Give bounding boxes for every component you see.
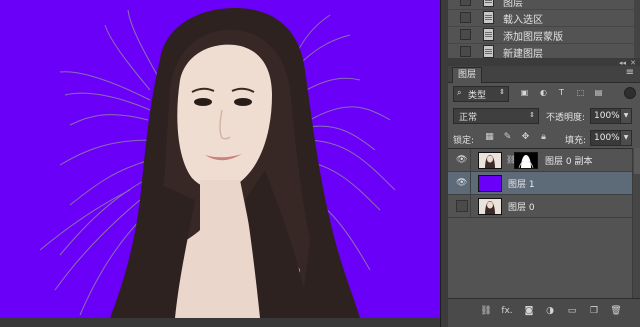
- history-item-label: 图层: [503, 0, 523, 9]
- visibility-toggle-off[interactable]: [456, 200, 468, 212]
- mask-link-icon[interactable]: ⛓︎: [506, 154, 516, 165]
- lock-position-icon[interactable]: ✥: [520, 132, 531, 143]
- chevron-down-icon: ⇕: [529, 111, 535, 119]
- layer-thumbnail[interactable]: [478, 175, 502, 192]
- scrollbar-thumb[interactable]: [634, 148, 640, 174]
- panel-menu-icon[interactable]: ≡: [626, 67, 634, 78]
- image-filter-icon[interactable]: ▣: [520, 88, 529, 97]
- snapshot-checkbox[interactable]: [460, 29, 471, 40]
- lock-transparent-pixels-icon[interactable]: ▦: [484, 132, 495, 143]
- history-item[interactable]: 载入选区: [448, 9, 634, 27]
- smart-object-filter-icon[interactable]: ▤: [594, 88, 603, 97]
- shape-filter-icon[interactable]: ⬚: [576, 88, 585, 97]
- filter-type-label: 类型: [468, 91, 487, 101]
- snapshot-checkbox[interactable]: [460, 0, 471, 6]
- layers-scrollbar[interactable]: [632, 148, 640, 298]
- layer-row[interactable]: 👁︎ 图层 1: [448, 172, 632, 195]
- portrait-image: [0, 0, 440, 318]
- canvas-status-strip: [0, 318, 448, 327]
- divider: [470, 195, 471, 217]
- layer-thumbnail[interactable]: [478, 152, 502, 169]
- lock-image-pixels-icon[interactable]: ✎: [502, 132, 513, 143]
- fill-input[interactable]: 100%: [590, 130, 621, 146]
- blend-mode-select[interactable]: 正常 ⇕: [453, 108, 539, 124]
- layer-row[interactable]: 图层 0: [448, 195, 632, 218]
- document-icon: [483, 45, 494, 58]
- layer-name[interactable]: 图层 0: [508, 200, 535, 213]
- opacity-label: 不透明度:: [546, 113, 586, 123]
- history-item-label: 载入选区: [503, 15, 543, 26]
- layers-panel-header: 图层 ≡: [448, 66, 640, 83]
- layer-row[interactable]: 👁︎ ⛓︎ 图层 0 副本: [448, 149, 632, 172]
- filter-toggle-switch[interactable]: [624, 87, 636, 99]
- layer-filter-select[interactable]: ⌕ 类型 ⇕: [453, 86, 509, 102]
- snapshot-checkbox[interactable]: [460, 12, 471, 23]
- document-icon: [483, 28, 494, 41]
- layers-panel-footer: ⛓︎ fx. ◙ ◑ ▭ ❐ 🗑︎: [448, 298, 640, 327]
- right-panel-dock: 图层 载入选区 添加图层蒙版 新建图层 ◂◂ ✕ 图层 ≡ ⌕ 类型 ⇕ ▣ ◐…: [448, 0, 640, 327]
- adjustment-layer-icon[interactable]: ◑: [543, 305, 557, 318]
- history-item-label: 添加图层蒙版: [503, 32, 563, 43]
- photoshop-workspace: 图层 载入选区 添加图层蒙版 新建图层 ◂◂ ✕ 图层 ≡ ⌕ 类型 ⇕ ▣ ◐…: [0, 0, 640, 327]
- fill-label: 填充:: [565, 136, 587, 146]
- lock-all-icon[interactable]: 🔒︎: [538, 132, 549, 143]
- opacity-input[interactable]: 100%: [590, 108, 621, 124]
- new-group-icon[interactable]: ▭: [565, 305, 579, 318]
- layer-mask-thumbnail[interactable]: [514, 152, 538, 169]
- snapshot-checkbox[interactable]: [460, 46, 471, 57]
- tab-layers[interactable]: 图层: [452, 67, 483, 83]
- type-filter-icon[interactable]: T: [557, 88, 566, 97]
- layer-name[interactable]: 图层 1: [508, 177, 535, 190]
- layer-thumbnail[interactable]: [478, 198, 502, 215]
- fill-dropdown-arrow[interactable]: ▼: [620, 130, 632, 146]
- history-item[interactable]: 添加图层蒙版: [448, 26, 634, 44]
- blend-mode-value: 正常: [459, 113, 478, 123]
- fx-icon[interactable]: fx.: [500, 305, 514, 318]
- divider: [470, 172, 471, 194]
- search-icon: ⌕: [457, 88, 462, 97]
- divider: [470, 149, 471, 171]
- eye-icon[interactable]: 👁︎: [456, 178, 467, 188]
- updown-arrow-icon: ⇕: [499, 88, 505, 96]
- link-layers-icon[interactable]: ⛓︎: [479, 305, 493, 318]
- document-canvas[interactable]: [0, 0, 440, 318]
- document-icon: [483, 11, 494, 24]
- history-panel: 图层 载入选区 添加图层蒙版 新建图层: [448, 0, 640, 61]
- opacity-dropdown-arrow[interactable]: ▼: [620, 108, 632, 124]
- add-mask-icon[interactable]: ◙: [522, 305, 536, 318]
- adjustment-filter-icon[interactable]: ◐: [539, 88, 548, 97]
- document-icon: [483, 0, 494, 7]
- lock-label: 锁定:: [453, 136, 475, 146]
- new-layer-icon[interactable]: ❐: [587, 305, 601, 318]
- delete-icon[interactable]: 🗑︎: [609, 305, 623, 318]
- history-scrollbar[interactable]: [634, 0, 640, 58]
- panel-divider: [448, 58, 640, 66]
- layer-list: 👁︎ ⛓︎ 图层 0 副本 👁︎ 图层 1 图层 0: [448, 148, 632, 299]
- layer-name[interactable]: 图层 0 副本: [545, 154, 592, 167]
- eye-icon[interactable]: 👁︎: [456, 155, 467, 165]
